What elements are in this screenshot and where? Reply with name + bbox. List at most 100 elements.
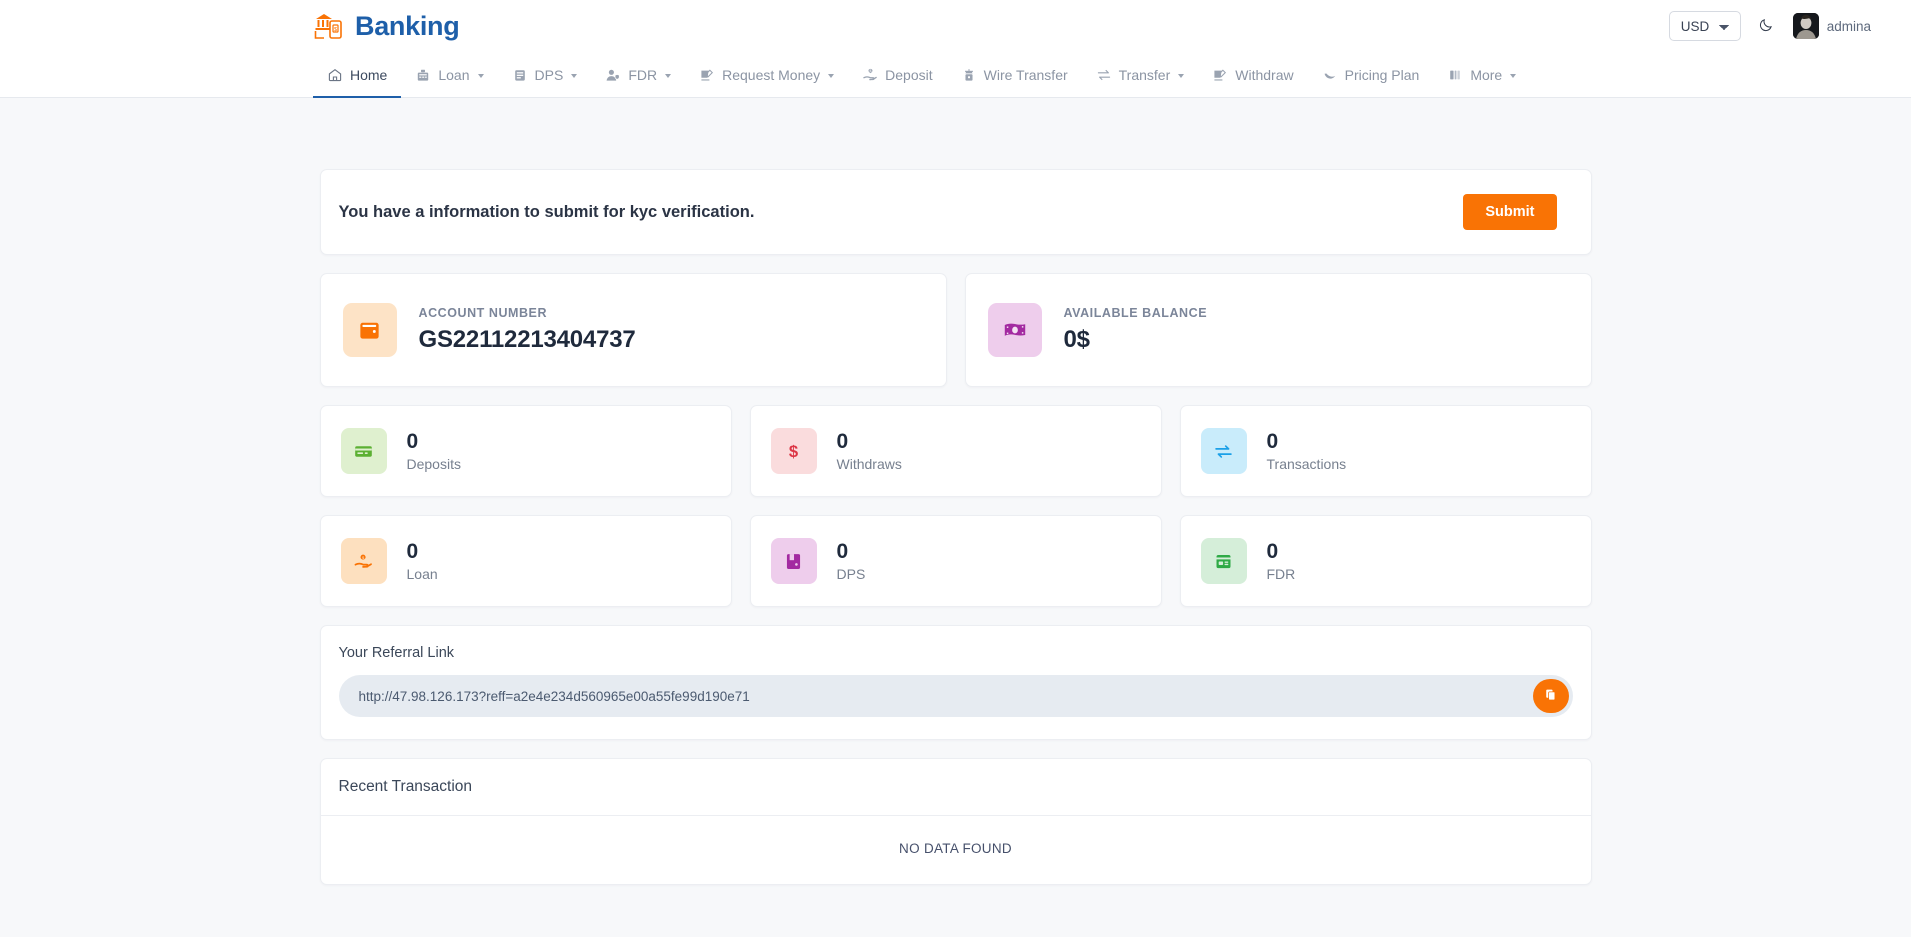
- recent-transaction-title: Recent Transaction: [321, 759, 1591, 816]
- chevron-down-icon: [478, 74, 484, 78]
- nav-label: Loan: [438, 67, 469, 83]
- account-number-value: GS22112213404737: [419, 326, 636, 354]
- stat-card-loan: $ 0 Loan: [320, 515, 732, 607]
- kyc-message: You have a information to submit for kyc…: [339, 203, 755, 222]
- chevron-down-icon: [1510, 74, 1516, 78]
- nav-label: Transfer: [1119, 67, 1171, 83]
- nav-item-withdraw[interactable]: Withdraw: [1198, 52, 1307, 97]
- brand-name: Banking: [355, 13, 459, 40]
- stat-label: DPS: [837, 566, 866, 582]
- stats-row-two: $ 0 Loan 0: [320, 515, 1592, 607]
- stat-text: 0 Deposits: [407, 430, 461, 472]
- stat-value: 0: [837, 430, 902, 454]
- home-icon: [327, 67, 343, 83]
- available-balance-value: 0$: [1064, 326, 1208, 354]
- exchange-alt-icon: [1201, 428, 1247, 474]
- nav-item-request-money[interactable]: Request Money: [685, 52, 848, 97]
- account-number-label: ACCOUNT NUMBER: [419, 306, 636, 320]
- stat-card-withdraws: $ 0 Withdraws: [750, 405, 1162, 497]
- moon-icon: [1758, 16, 1775, 36]
- nav-label: Withdraw: [1235, 67, 1293, 83]
- user-menu[interactable]: admina: [1793, 13, 1871, 39]
- nav-item-pricing-plan[interactable]: Pricing Plan: [1308, 52, 1434, 97]
- available-balance-card: AVAILABLE BALANCE 0$: [965, 273, 1592, 387]
- account-summary-row: ACCOUNT NUMBER GS22112213404737: [320, 273, 1592, 387]
- stat-card-dps: 0 DPS: [750, 515, 1162, 607]
- money-bill-icon: [988, 303, 1042, 357]
- referral-title: Your Referral Link: [339, 645, 1573, 661]
- stat-text: 0 Transactions: [1267, 430, 1347, 472]
- top-header-bar: $ Banking USD admin: [0, 0, 1911, 52]
- stat-value: 0: [1267, 430, 1347, 454]
- credit-card-icon: [341, 428, 387, 474]
- chevron-down-icon: [828, 74, 834, 78]
- nav-item-more[interactable]: More: [1433, 52, 1530, 97]
- account-number-text: ACCOUNT NUMBER GS22112213404737: [419, 306, 636, 354]
- nav-item-fdr[interactable]: FDR: [591, 52, 685, 97]
- kyc-alert-banner: You have a information to submit for kyc…: [320, 169, 1592, 255]
- referral-url-text[interactable]: http://47.98.126.173?reff=a2e4e234d56096…: [359, 689, 750, 704]
- dollar-sign-icon: $: [771, 428, 817, 474]
- nav-item-home[interactable]: Home: [313, 52, 401, 97]
- recent-transaction-empty-state: NO DATA FOUND: [321, 816, 1591, 884]
- available-balance-label: AVAILABLE BALANCE: [1064, 306, 1208, 320]
- dark-mode-toggle-button[interactable]: [1755, 14, 1779, 38]
- pricing-plan-icon: [1322, 67, 1338, 83]
- stat-label: Withdraws: [837, 456, 902, 472]
- referral-link-card: Your Referral Link http://47.98.126.173?…: [320, 625, 1592, 740]
- nav-label: Request Money: [722, 67, 820, 83]
- nav-label: Wire Transfer: [984, 67, 1068, 83]
- request-money-icon: [699, 67, 715, 83]
- stat-card-fdr: 0 FDR: [1180, 515, 1592, 607]
- stat-text: 0 FDR: [1267, 540, 1296, 582]
- copy-referral-button[interactable]: [1533, 679, 1569, 713]
- kyc-submit-button[interactable]: Submit: [1463, 194, 1556, 230]
- content-container: You have a information to submit for kyc…: [320, 169, 1592, 885]
- chevron-down-icon: [1178, 74, 1184, 78]
- nav-item-wire-transfer[interactable]: Wire Transfer: [947, 52, 1082, 97]
- nav-item-transfer[interactable]: Transfer: [1082, 52, 1199, 97]
- stat-text: 0 Loan: [407, 540, 438, 582]
- deposit-hand-icon: $: [862, 67, 878, 83]
- page-content: You have a information to submit for kyc…: [0, 98, 1911, 937]
- card-chip-icon: [1201, 538, 1247, 584]
- nav-label: FDR: [628, 67, 657, 83]
- stat-label: Loan: [407, 566, 438, 582]
- wallet-icon: [343, 303, 397, 357]
- hand-money-icon: $: [341, 538, 387, 584]
- brand-logo-area[interactable]: $ Banking: [313, 10, 459, 42]
- stat-label: FDR: [1267, 566, 1296, 582]
- avatar: [1793, 13, 1819, 39]
- fdr-user-icon: [605, 67, 621, 83]
- loan-icon: [415, 67, 431, 83]
- username-label: admina: [1827, 19, 1871, 34]
- more-icon: [1447, 67, 1463, 83]
- wire-transfer-icon: [961, 67, 977, 83]
- nav-item-deposit[interactable]: $ Deposit: [848, 52, 946, 97]
- bank-building-icon: $: [313, 10, 347, 42]
- stat-label: Transactions: [1267, 456, 1347, 472]
- stat-card-transactions: 0 Transactions: [1180, 405, 1592, 497]
- stat-value: 0: [407, 430, 461, 454]
- stat-text: 0 Withdraws: [837, 430, 902, 472]
- chevron-down-icon: [571, 74, 577, 78]
- nav-item-loan[interactable]: Loan: [401, 52, 497, 97]
- nav-label: More: [1470, 67, 1502, 83]
- header-right-controls: USD admina: [1669, 11, 1871, 41]
- recent-transaction-card: Recent Transaction NO DATA FOUND: [320, 758, 1592, 885]
- nav-item-dps[interactable]: DPS: [498, 52, 592, 97]
- stat-value: 0: [837, 540, 866, 564]
- stat-value: 0: [1267, 540, 1296, 564]
- currency-select[interactable]: USD: [1669, 11, 1741, 41]
- stat-text: 0 DPS: [837, 540, 866, 582]
- nav-label: DPS: [535, 67, 564, 83]
- chevron-down-icon: [665, 74, 671, 78]
- stat-value: 0: [407, 540, 438, 564]
- dps-icon: [512, 67, 528, 83]
- account-number-card: ACCOUNT NUMBER GS22112213404737: [320, 273, 947, 387]
- stat-label: Deposits: [407, 456, 461, 472]
- copy-icon: [1544, 688, 1558, 705]
- withdraw-icon: [1212, 67, 1228, 83]
- svg-text:$: $: [334, 27, 337, 33]
- referral-input-wrapper: http://47.98.126.173?reff=a2e4e234d56096…: [339, 675, 1573, 717]
